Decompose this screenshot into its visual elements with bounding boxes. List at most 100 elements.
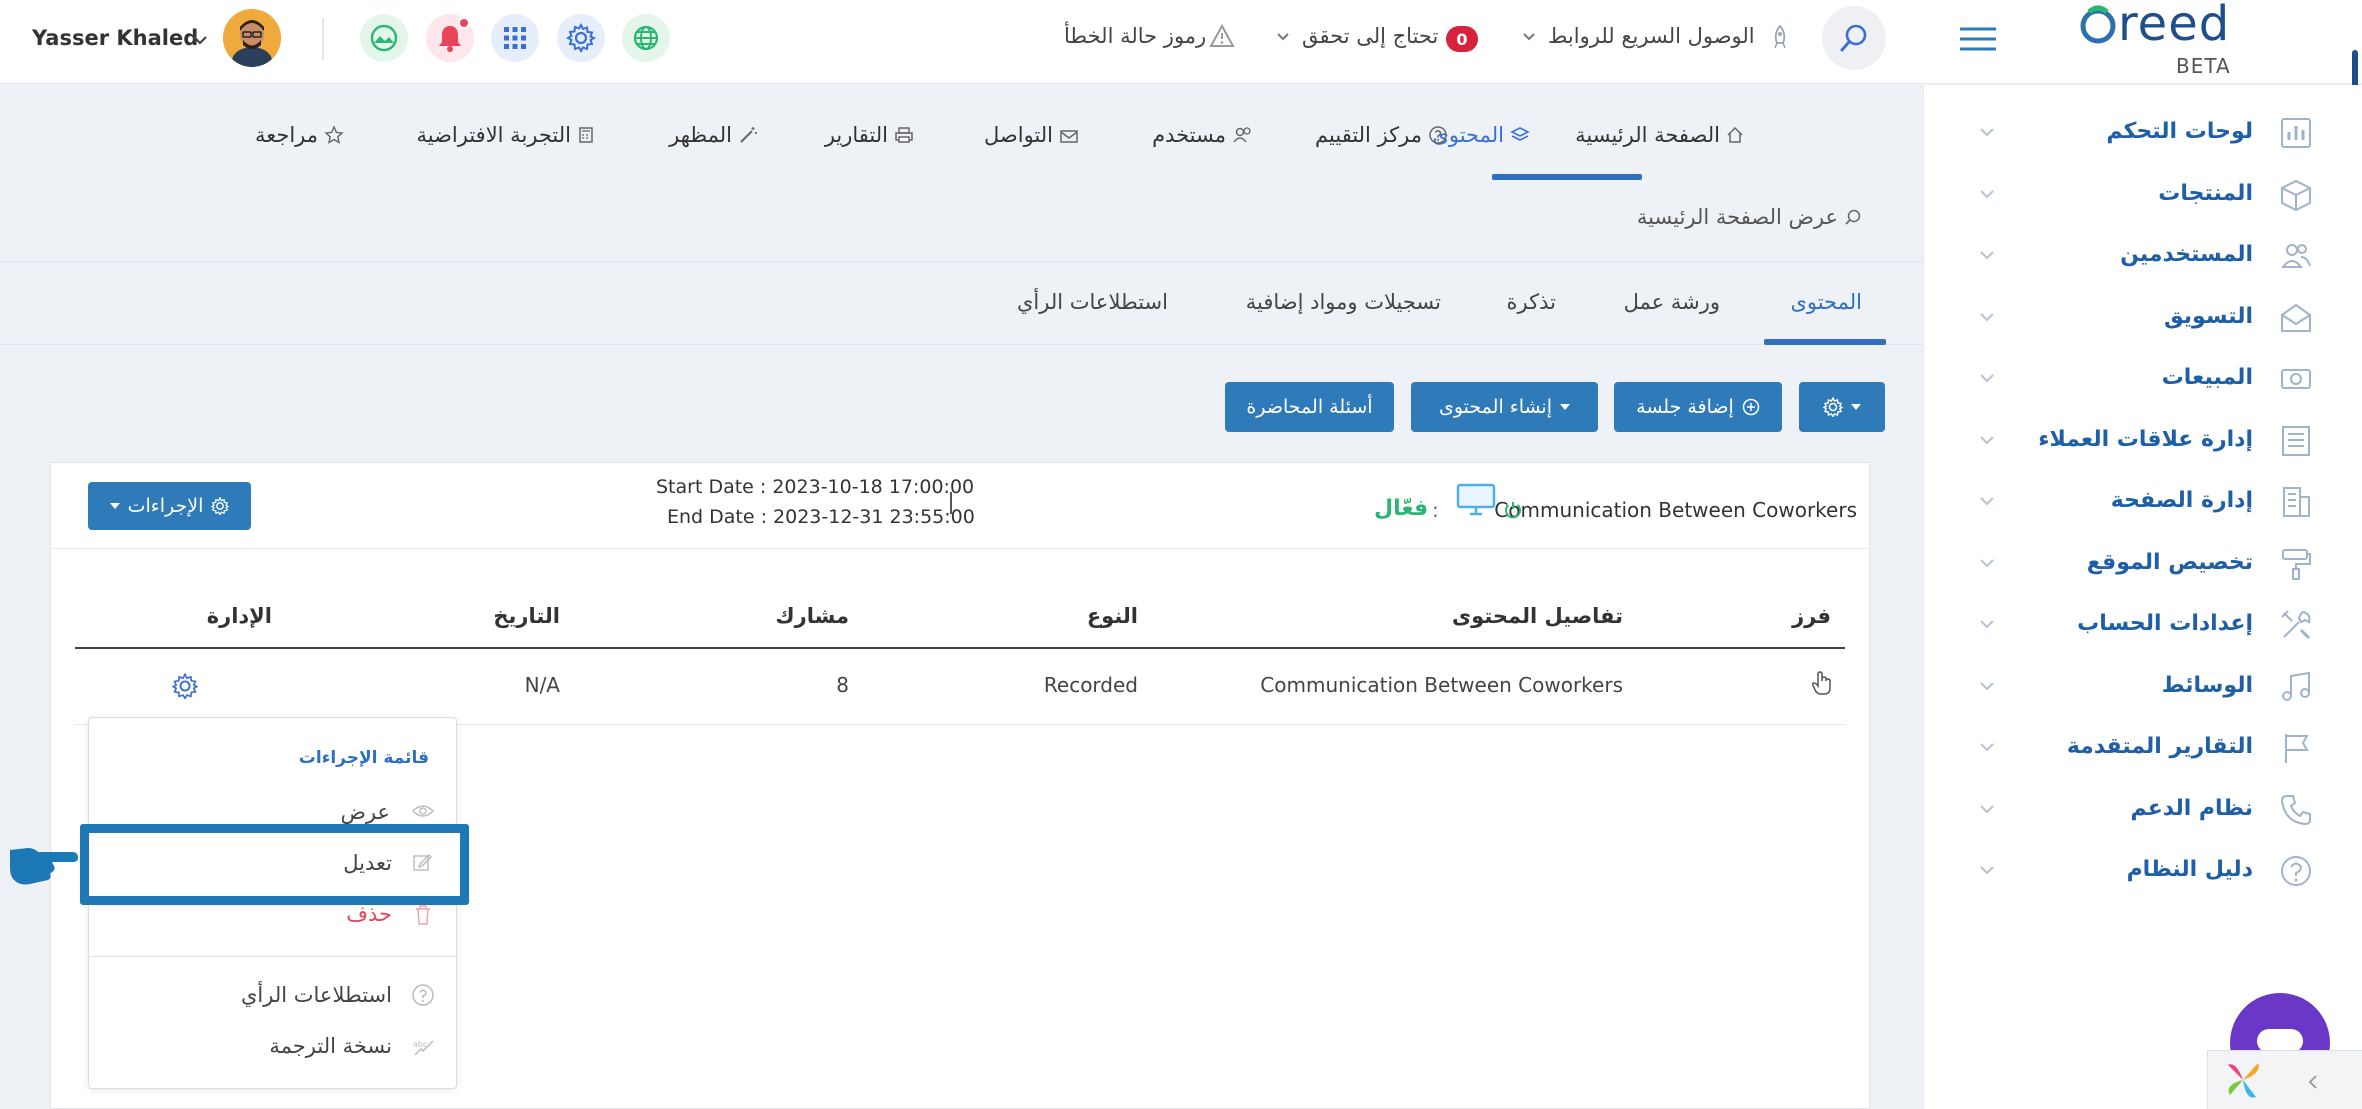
- nav-review[interactable]: مراجعة: [255, 123, 344, 147]
- box-icon: [2279, 178, 2313, 212]
- sidebar-item-4[interactable]: التسويق: [1924, 287, 2362, 349]
- menu-item-view[interactable]: عرض: [340, 800, 390, 824]
- column-header-type[interactable]: النوع: [1087, 604, 1138, 628]
- chevron-down-icon[interactable]: [1979, 434, 1995, 446]
- nav-virtual-experience[interactable]: التجربة الافتراضية: [416, 123, 595, 147]
- create-content-label: إنشاء المحتوى: [1438, 396, 1553, 418]
- caret-down-icon: [1560, 404, 1571, 410]
- nav-reports[interactable]: التقارير: [825, 123, 914, 147]
- column-header-participant[interactable]: مشارك: [775, 604, 849, 628]
- nav-assessment-center[interactable]: مركز التقييم: [1315, 123, 1448, 147]
- tab-content[interactable]: المحتوى: [1790, 290, 1862, 314]
- session-title: Communication Between Coworkers: [1494, 498, 1857, 522]
- drag-handle-hand-icon[interactable]: [1810, 670, 1834, 696]
- hamburger-menu-icon[interactable]: [1958, 26, 1998, 52]
- nav-appearance[interactable]: المظهر: [669, 123, 758, 147]
- sidebar-item-10[interactable]: الوسائط: [1924, 656, 2362, 718]
- menu-item-delete[interactable]: حذف: [346, 902, 392, 926]
- row-settings-gear-icon[interactable]: [172, 673, 198, 699]
- chevron-down-icon[interactable]: [1979, 741, 1995, 753]
- column-header-date[interactable]: التاريخ: [493, 604, 560, 628]
- sidebar-item-2[interactable]: المنتجات: [1924, 164, 2362, 226]
- create-content-dropdown[interactable]: إنشاء المحتوى: [1411, 382, 1598, 432]
- chevron-down-icon[interactable]: [1979, 311, 1995, 323]
- chevron-down-icon[interactable]: [1979, 249, 1995, 261]
- chevron-down-icon[interactable]: [1979, 557, 1995, 569]
- nav-home[interactable]: الصفحة الرئيسية: [1575, 123, 1744, 147]
- chevron-down-icon[interactable]: [1979, 372, 1995, 384]
- printer-icon: [895, 127, 913, 143]
- needs-check-label[interactable]: تحتاج إلى تحقق: [1302, 24, 1438, 48]
- settings-gear-icon[interactable]: [557, 14, 605, 62]
- menu-item-edit[interactable]: تعديل: [343, 851, 392, 875]
- tab-workshop[interactable]: ورشة عمل: [1624, 290, 1720, 314]
- apps-grid-icon[interactable]: [491, 14, 539, 62]
- chevron-down-icon[interactable]: [1979, 618, 1995, 630]
- sidebar-item-12[interactable]: نظام الدعم: [1924, 779, 2362, 841]
- flag-icon: [2279, 731, 2313, 765]
- search-icon: [1845, 209, 1861, 225]
- layers-icon: [1510, 127, 1530, 141]
- sidebar-item-9[interactable]: إعدادات الحساب: [1924, 594, 2362, 656]
- user-name[interactable]: Yasser Khaled: [32, 26, 198, 50]
- nav-home-label: الصفحة الرئيسية: [1575, 123, 1720, 147]
- widget-logo-icon[interactable]: [2218, 1055, 2268, 1105]
- error-codes-link[interactable]: رموز حالة الخطأ: [1064, 24, 1206, 48]
- nav-communication[interactable]: التواصل: [984, 123, 1079, 147]
- add-session-button[interactable]: إضافة جلسة: [1614, 382, 1782, 432]
- menu-item-polls[interactable]: استطلاعات الرأي: [241, 983, 392, 1007]
- row-type: Recorded: [1043, 673, 1138, 697]
- settings-dropdown-button[interactable]: [1799, 382, 1885, 432]
- needs-check-chevron-icon[interactable]: [1276, 32, 1290, 42]
- chevron-left-icon[interactable]: [2307, 1074, 2319, 1090]
- sidebar-item-label: تخصيص الموقع: [2086, 550, 2253, 575]
- divider: [0, 261, 1922, 262]
- edit-pencil-icon: [412, 852, 432, 872]
- column-header-details[interactable]: تفاصيل المحتوى: [1452, 604, 1623, 628]
- landscape-icon[interactable]: [360, 14, 408, 62]
- sidebar-item-3[interactable]: المستخدمين: [1924, 225, 2362, 287]
- lecture-questions-button[interactable]: أسئلة المحاضرة: [1225, 382, 1394, 432]
- status-badge: فعّال: [1374, 496, 1429, 521]
- divider: [950, 492, 952, 514]
- sidebar-item-11[interactable]: التقارير المتقدمة: [1924, 717, 2362, 779]
- tab-recordings[interactable]: تسجيلات ومواد إضافية: [1246, 290, 1441, 314]
- avatar[interactable]: [223, 9, 281, 67]
- paint-roller-icon: [2279, 547, 2313, 581]
- sidebar-item-5[interactable]: المبيعات: [1924, 348, 2362, 410]
- breadcrumb-text[interactable]: عرض الصفحة الرئيسية: [1637, 205, 1838, 229]
- chevron-down-icon[interactable]: [1979, 188, 1995, 200]
- sidebar-item-13[interactable]: دليل النظام: [1924, 840, 2362, 902]
- pointing-hand-icon: [8, 840, 78, 888]
- search-icon[interactable]: [1822, 6, 1886, 70]
- sidebar-item-6[interactable]: إدارة علاقات العملاء: [1924, 410, 2362, 472]
- home-icon: [1727, 126, 1743, 143]
- quick-links-label[interactable]: الوصول السريع للروابط: [1548, 24, 1755, 48]
- tab-ticket[interactable]: تذكرة: [1507, 290, 1556, 314]
- edit-highlight-box: [80, 824, 469, 905]
- sidebar-item-label: المستخدمين: [2120, 242, 2253, 267]
- chevron-down-icon[interactable]: [1979, 864, 1995, 876]
- column-header-sort[interactable]: فرز: [1792, 604, 1831, 628]
- sidebar-item-label: لوحات التحكم: [2106, 119, 2253, 144]
- globe-icon[interactable]: [622, 14, 670, 62]
- nav-user[interactable]: مستخدم: [1152, 123, 1254, 147]
- lecture-questions-label: أسئلة المحاضرة: [1246, 396, 1373, 418]
- top-header: Yasser Khaled رموز حالة الخطأ 0 تحتاج إل…: [0, 0, 2362, 84]
- chevron-down-icon[interactable]: [1979, 803, 1995, 815]
- chevron-down-icon[interactable]: [1979, 126, 1995, 138]
- tab-polls[interactable]: استطلاعات الرأي: [1017, 290, 1168, 314]
- sidebar-item-8[interactable]: تخصيص الموقع: [1924, 533, 2362, 595]
- user-menu-chevron-icon[interactable]: [192, 34, 208, 46]
- quick-links-chevron-icon[interactable]: [1522, 32, 1536, 42]
- nav-appearance-label: المظهر: [669, 123, 732, 147]
- envelope-icon: [2279, 301, 2313, 335]
- chevron-down-icon[interactable]: [1979, 495, 1995, 507]
- actions-dropdown-button[interactable]: الإجراءات: [88, 482, 251, 530]
- caret-down-icon: [109, 503, 120, 509]
- menu-item-translation[interactable]: نسخة الترجمة: [269, 1034, 392, 1058]
- sidebar-item-1[interactable]: لوحات التحكم: [1924, 102, 2362, 164]
- sidebar-item-7[interactable]: إدارة الصفحة: [1924, 471, 2362, 533]
- chevron-down-icon[interactable]: [1979, 680, 1995, 692]
- actions-label: الإجراءات: [127, 495, 204, 517]
